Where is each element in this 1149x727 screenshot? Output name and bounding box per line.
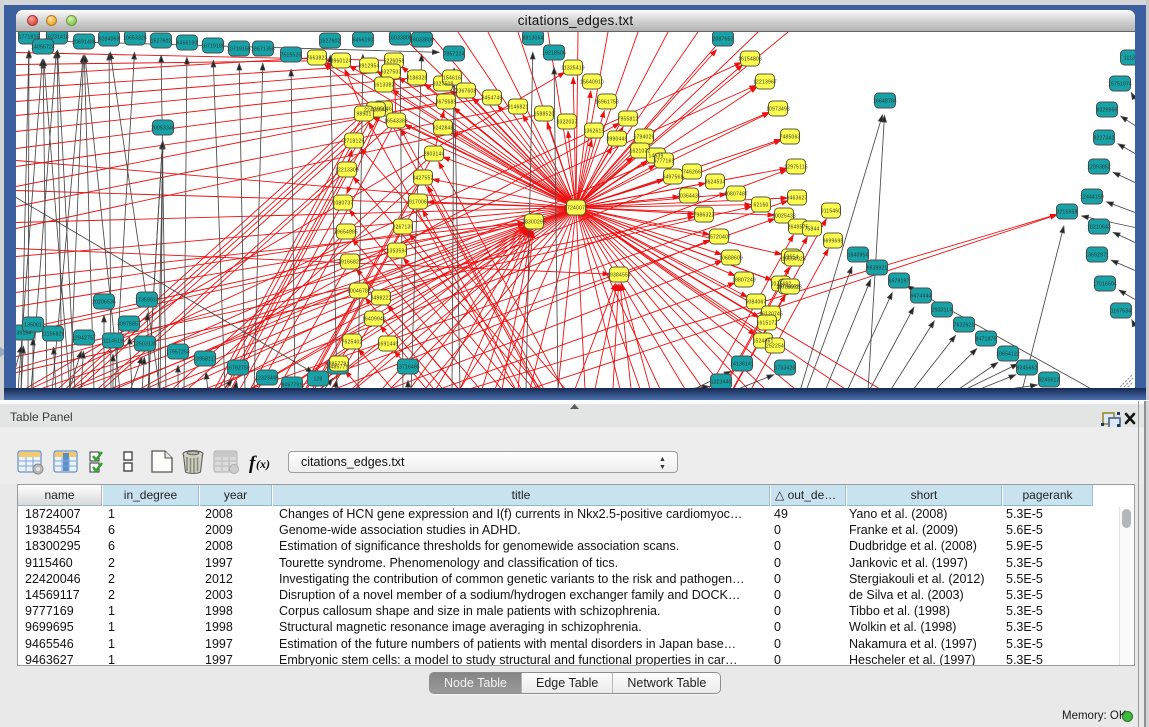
svg-text:(x): (x) <box>256 457 270 471</box>
